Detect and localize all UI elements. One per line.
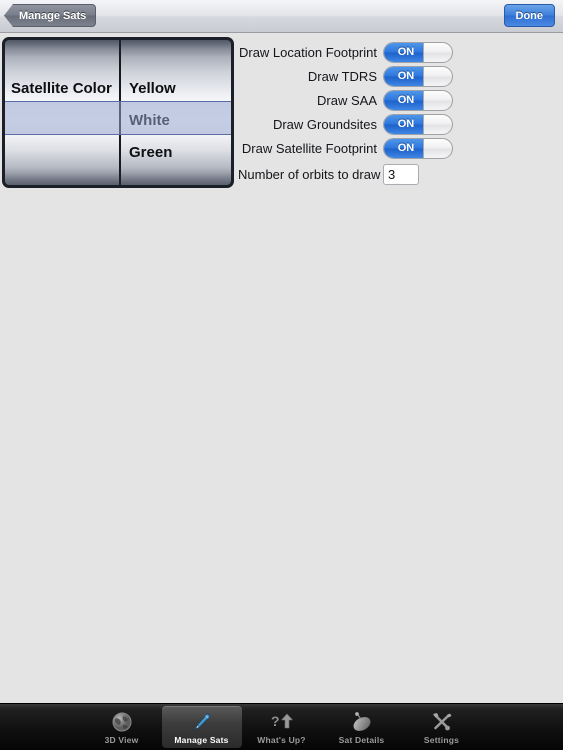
- pencil-icon: [189, 710, 215, 734]
- toggle-draw-location-footprint[interactable]: ON: [383, 41, 453, 63]
- top-navigation-bar: Manage Sats Done: [0, 0, 563, 33]
- picker-row[interactable]: [5, 104, 119, 136]
- picker-row-green[interactable]: Green: [121, 136, 231, 168]
- tab-3d-view[interactable]: 3D View: [82, 706, 162, 748]
- setting-label: Draw Satellite Footprint: [241, 140, 377, 156]
- toggle-knob: [423, 66, 452, 86]
- setting-row-number-of-orbits: Number of orbits to draw 3: [238, 162, 558, 186]
- svg-text:?: ?: [271, 713, 280, 729]
- setting-label: Draw Location Footprint: [238, 44, 377, 60]
- question-arrow-icon: ?: [269, 710, 295, 734]
- setting-row-draw-saa: Draw SAA ON: [238, 88, 558, 112]
- tab-label: Sat Details: [338, 734, 385, 745]
- picker-column-color-values[interactable]: Yellow White Green: [121, 40, 231, 185]
- toggle-knob: [423, 114, 452, 134]
- toggle-knob: [423, 90, 452, 110]
- tab-manage-sats[interactable]: Manage Sats: [161, 706, 242, 748]
- toggle-draw-satellite-footprint[interactable]: ON: [383, 137, 453, 159]
- done-button-label: Done: [515, 9, 544, 22]
- tab-label: Manage Sats: [174, 734, 229, 745]
- picker-columns: Satellite Color Yellow White Green: [5, 40, 231, 185]
- toggle-knob: [423, 42, 452, 62]
- picker-row[interactable]: [5, 40, 119, 72]
- tab-label: What's Up?: [257, 734, 306, 745]
- satellite-dish-icon: [349, 710, 375, 734]
- globe-icon: [109, 710, 135, 734]
- picker-row[interactable]: [121, 40, 231, 72]
- toggle-draw-groundsites[interactable]: ON: [383, 113, 453, 135]
- orbits-label: Number of orbits to draw: [238, 166, 381, 182]
- back-button-label: Manage Sats: [19, 9, 87, 22]
- setting-row-draw-tdrs: Draw TDRS ON: [238, 64, 558, 88]
- toggle-state-label: ON: [384, 90, 428, 110]
- toggle-state-label: ON: [384, 138, 428, 158]
- toggle-state-label: ON: [384, 42, 428, 62]
- done-button[interactable]: Done: [503, 4, 555, 27]
- tab-settings[interactable]: Settings: [402, 706, 482, 748]
- tab-sat-details[interactable]: Sat Details: [322, 706, 402, 748]
- toggle-state-label: ON: [384, 66, 428, 86]
- tab-whats-up[interactable]: ? What's Up?: [242, 706, 322, 748]
- back-button-manage-sats[interactable]: Manage Sats: [4, 4, 97, 27]
- setting-row-draw-satellite-footprint: Draw Satellite Footprint ON: [238, 136, 558, 160]
- picker-row-white[interactable]: White: [121, 104, 231, 136]
- setting-row-draw-groundsites: Draw Groundsites ON: [238, 112, 558, 136]
- toggle-knob: [423, 138, 452, 158]
- setting-label: Draw TDRS: [307, 68, 377, 84]
- setting-label: Draw SAA: [317, 92, 377, 108]
- setting-label: Draw Groundsites: [272, 116, 377, 132]
- toggle-state-label: ON: [384, 114, 428, 134]
- toggle-draw-saa[interactable]: ON: [383, 89, 453, 111]
- tab-label: 3D View: [104, 734, 139, 745]
- tools-icon: [429, 710, 455, 734]
- tab-label: Settings: [423, 734, 460, 745]
- number-of-orbits-input[interactable]: 3: [383, 163, 419, 185]
- picker-row-yellow[interactable]: Yellow: [121, 72, 231, 104]
- toggle-draw-tdrs[interactable]: ON: [383, 65, 453, 87]
- picker-row-satellite-color[interactable]: Satellite Color: [5, 72, 119, 104]
- bottom-tab-bar: 3D View Manage Sats ? What's Up? Sat Det…: [0, 703, 563, 750]
- setting-row-draw-location-footprint: Draw Location Footprint ON: [238, 40, 558, 64]
- satellite-color-picker[interactable]: Satellite Color Yellow White Green: [2, 37, 234, 188]
- picker-column-label[interactable]: Satellite Color: [5, 40, 121, 185]
- settings-panel: Draw Location Footprint ON Draw TDRS ON …: [238, 40, 558, 186]
